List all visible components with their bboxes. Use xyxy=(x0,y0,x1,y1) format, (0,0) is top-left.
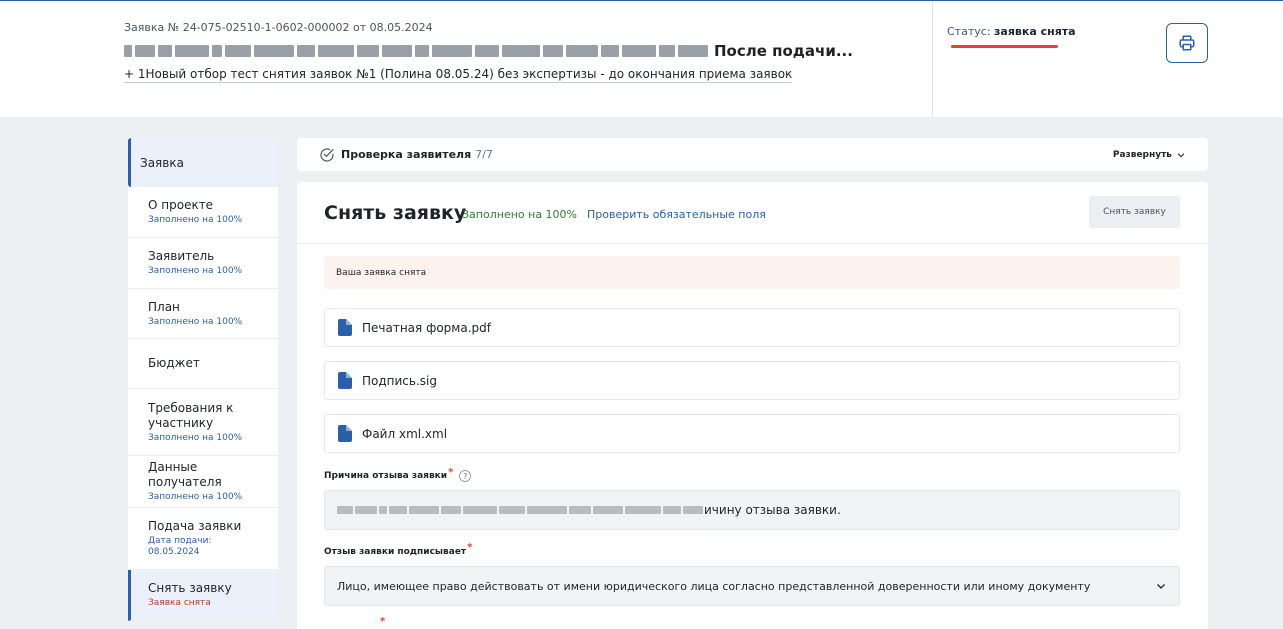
page-title: Снять заявку xyxy=(324,202,467,224)
reason-field[interactable]: ичину отзыва заявки. xyxy=(324,490,1180,530)
sidebar-item-budget[interactable]: Бюджет xyxy=(128,339,278,389)
sidebar-item-project[interactable]: О проекте Заполнено на 100% xyxy=(128,187,278,238)
reason-label: Причина отзыва заявки * ? xyxy=(324,466,472,482)
document-icon xyxy=(338,372,352,389)
sidebar-item-progress: Заполнено на 100% xyxy=(148,266,243,276)
application-sidebar: Заявка О проекте Заполнено на 100% Заяви… xyxy=(128,138,278,629)
sidebar-item-progress: Заполнено на 100% xyxy=(148,215,243,225)
header-divider xyxy=(932,2,933,118)
signer-label: Отзыв заявки подписывает * xyxy=(324,542,472,557)
file-xml[interactable]: Файл xml.xml xyxy=(324,414,1180,453)
sidebar-item-status: Заявка снята xyxy=(148,598,211,608)
file-name: Подпись.sig xyxy=(362,373,437,388)
sidebar-item-title: Данные получателя xyxy=(148,460,222,489)
applicant-check-bar: Проверка заявителя 7/7 Развернуть xyxy=(297,138,1208,171)
status-label: Статус: xyxy=(947,25,991,38)
file-name: Файл xml.xml xyxy=(362,426,448,441)
sidebar-item-progress: Заполнено на 100% xyxy=(148,492,243,502)
sidebar-item-title: Заявитель xyxy=(148,249,215,263)
document-icon xyxy=(338,319,352,336)
expand-button[interactable]: Развернуть xyxy=(1113,150,1186,160)
sidebar-item-requirements[interactable]: Требования к участнику Заполнено на 100% xyxy=(128,389,278,456)
sidebar-item-title: Подача заявки xyxy=(148,519,242,533)
sidebar-item-title: План xyxy=(148,299,180,314)
reason-label-text: Причина отзыва заявки xyxy=(324,471,448,481)
required-marker: * xyxy=(448,466,454,478)
sidebar-item-submission[interactable]: Подача заявки Дата подачи: 08.05.2024 xyxy=(128,508,278,570)
status-text: Статус: заявка снята xyxy=(947,25,1076,38)
sidebar-item-title: Требования к участнику xyxy=(148,400,234,430)
sidebar-item-application[interactable]: Заявка xyxy=(128,138,278,187)
file-name: Печатная форма.pdf xyxy=(362,320,491,335)
required-marker: * xyxy=(467,542,473,553)
applicant-check-count: 7/7 xyxy=(475,148,493,161)
applicant-check-label: Проверка заявителя xyxy=(341,148,472,161)
check-circle-icon xyxy=(320,147,334,162)
file-print-form[interactable]: Печатная форма.pdf xyxy=(324,308,1180,347)
sidebar-item-progress: Заполнено на 100% xyxy=(148,432,243,443)
application-number: Заявка № 24-075-02510-1-0602-000002 от 0… xyxy=(124,21,433,34)
signer-label-text: Отзыв заявки подписывает xyxy=(324,546,467,557)
chevron-down-icon xyxy=(1157,584,1165,589)
withdrawn-notice: Ваша заявка снята xyxy=(324,256,1180,289)
sidebar-item-withdraw[interactable]: Снять заявку Заявка снята xyxy=(128,570,278,621)
sidebar-item-progress: Заполнено на 100% xyxy=(148,316,243,327)
sidebar-item-applicant[interactable]: Заявитель Заполнено на 100% xyxy=(128,238,278,289)
status-indicator-line xyxy=(951,45,1058,48)
print-button[interactable] xyxy=(1166,23,1208,63)
status-value: заявка снята xyxy=(994,25,1076,38)
fill-status: Заполнено на 100% xyxy=(462,208,578,221)
withdraw-panel-header: Снять заявку Заполнено на 100% Проверить… xyxy=(297,182,1208,244)
sidebar-item-title: О проекте xyxy=(148,198,214,212)
check-required-fields-link[interactable]: Проверить обязательные поля xyxy=(587,208,766,221)
sidebar-item-recipient-data[interactable]: Данные получателя Заполнено на 100% xyxy=(128,456,278,508)
signer-value: Лицо, имеющее право действовать от имени… xyxy=(337,579,1091,593)
document-icon xyxy=(338,425,352,442)
contest-link[interactable]: + 1Новый отбор тест снятия заявок №1 (По… xyxy=(124,66,793,83)
withdraw-button[interactable]: Снять заявку xyxy=(1089,196,1180,228)
chevron-down-icon xyxy=(1177,152,1185,157)
expand-label: Развернуть xyxy=(1112,149,1172,160)
application-header: Заявка № 24-075-02510-1-0602-000002 от 0… xyxy=(0,0,1283,118)
sidebar-item-submission-date: Дата подачи: 08.05.2024 xyxy=(148,536,212,557)
application-header-info: Заявка № 24-075-02510-1-0602-000002 от 0… xyxy=(124,21,930,83)
signer-select[interactable]: Лицо, имеющее право действовать от имени… xyxy=(324,566,1180,606)
required-marker: * xyxy=(380,616,386,627)
title-suffix: После подачи... xyxy=(714,42,853,60)
required-marker-next-field: * xyxy=(379,616,385,629)
help-icon[interactable]: ? xyxy=(459,470,472,482)
redacted-reason xyxy=(337,506,703,514)
sidebar-main-label: Заявка xyxy=(140,155,184,170)
sidebar-item-title: Бюджет xyxy=(148,356,200,370)
reason-value: ичину отзыва заявки. xyxy=(704,503,841,517)
printer-icon xyxy=(1179,35,1195,51)
withdraw-panel: Снять заявку Заполнено на 100% Проверить… xyxy=(297,182,1208,629)
sidebar-item-title: Снять заявку xyxy=(148,581,232,595)
application-title: После подачи... xyxy=(124,41,930,61)
redacted-title xyxy=(124,45,708,57)
sidebar-item-plan[interactable]: План Заполнено на 100% xyxy=(128,289,278,339)
file-signature[interactable]: Подпись.sig xyxy=(324,361,1180,400)
